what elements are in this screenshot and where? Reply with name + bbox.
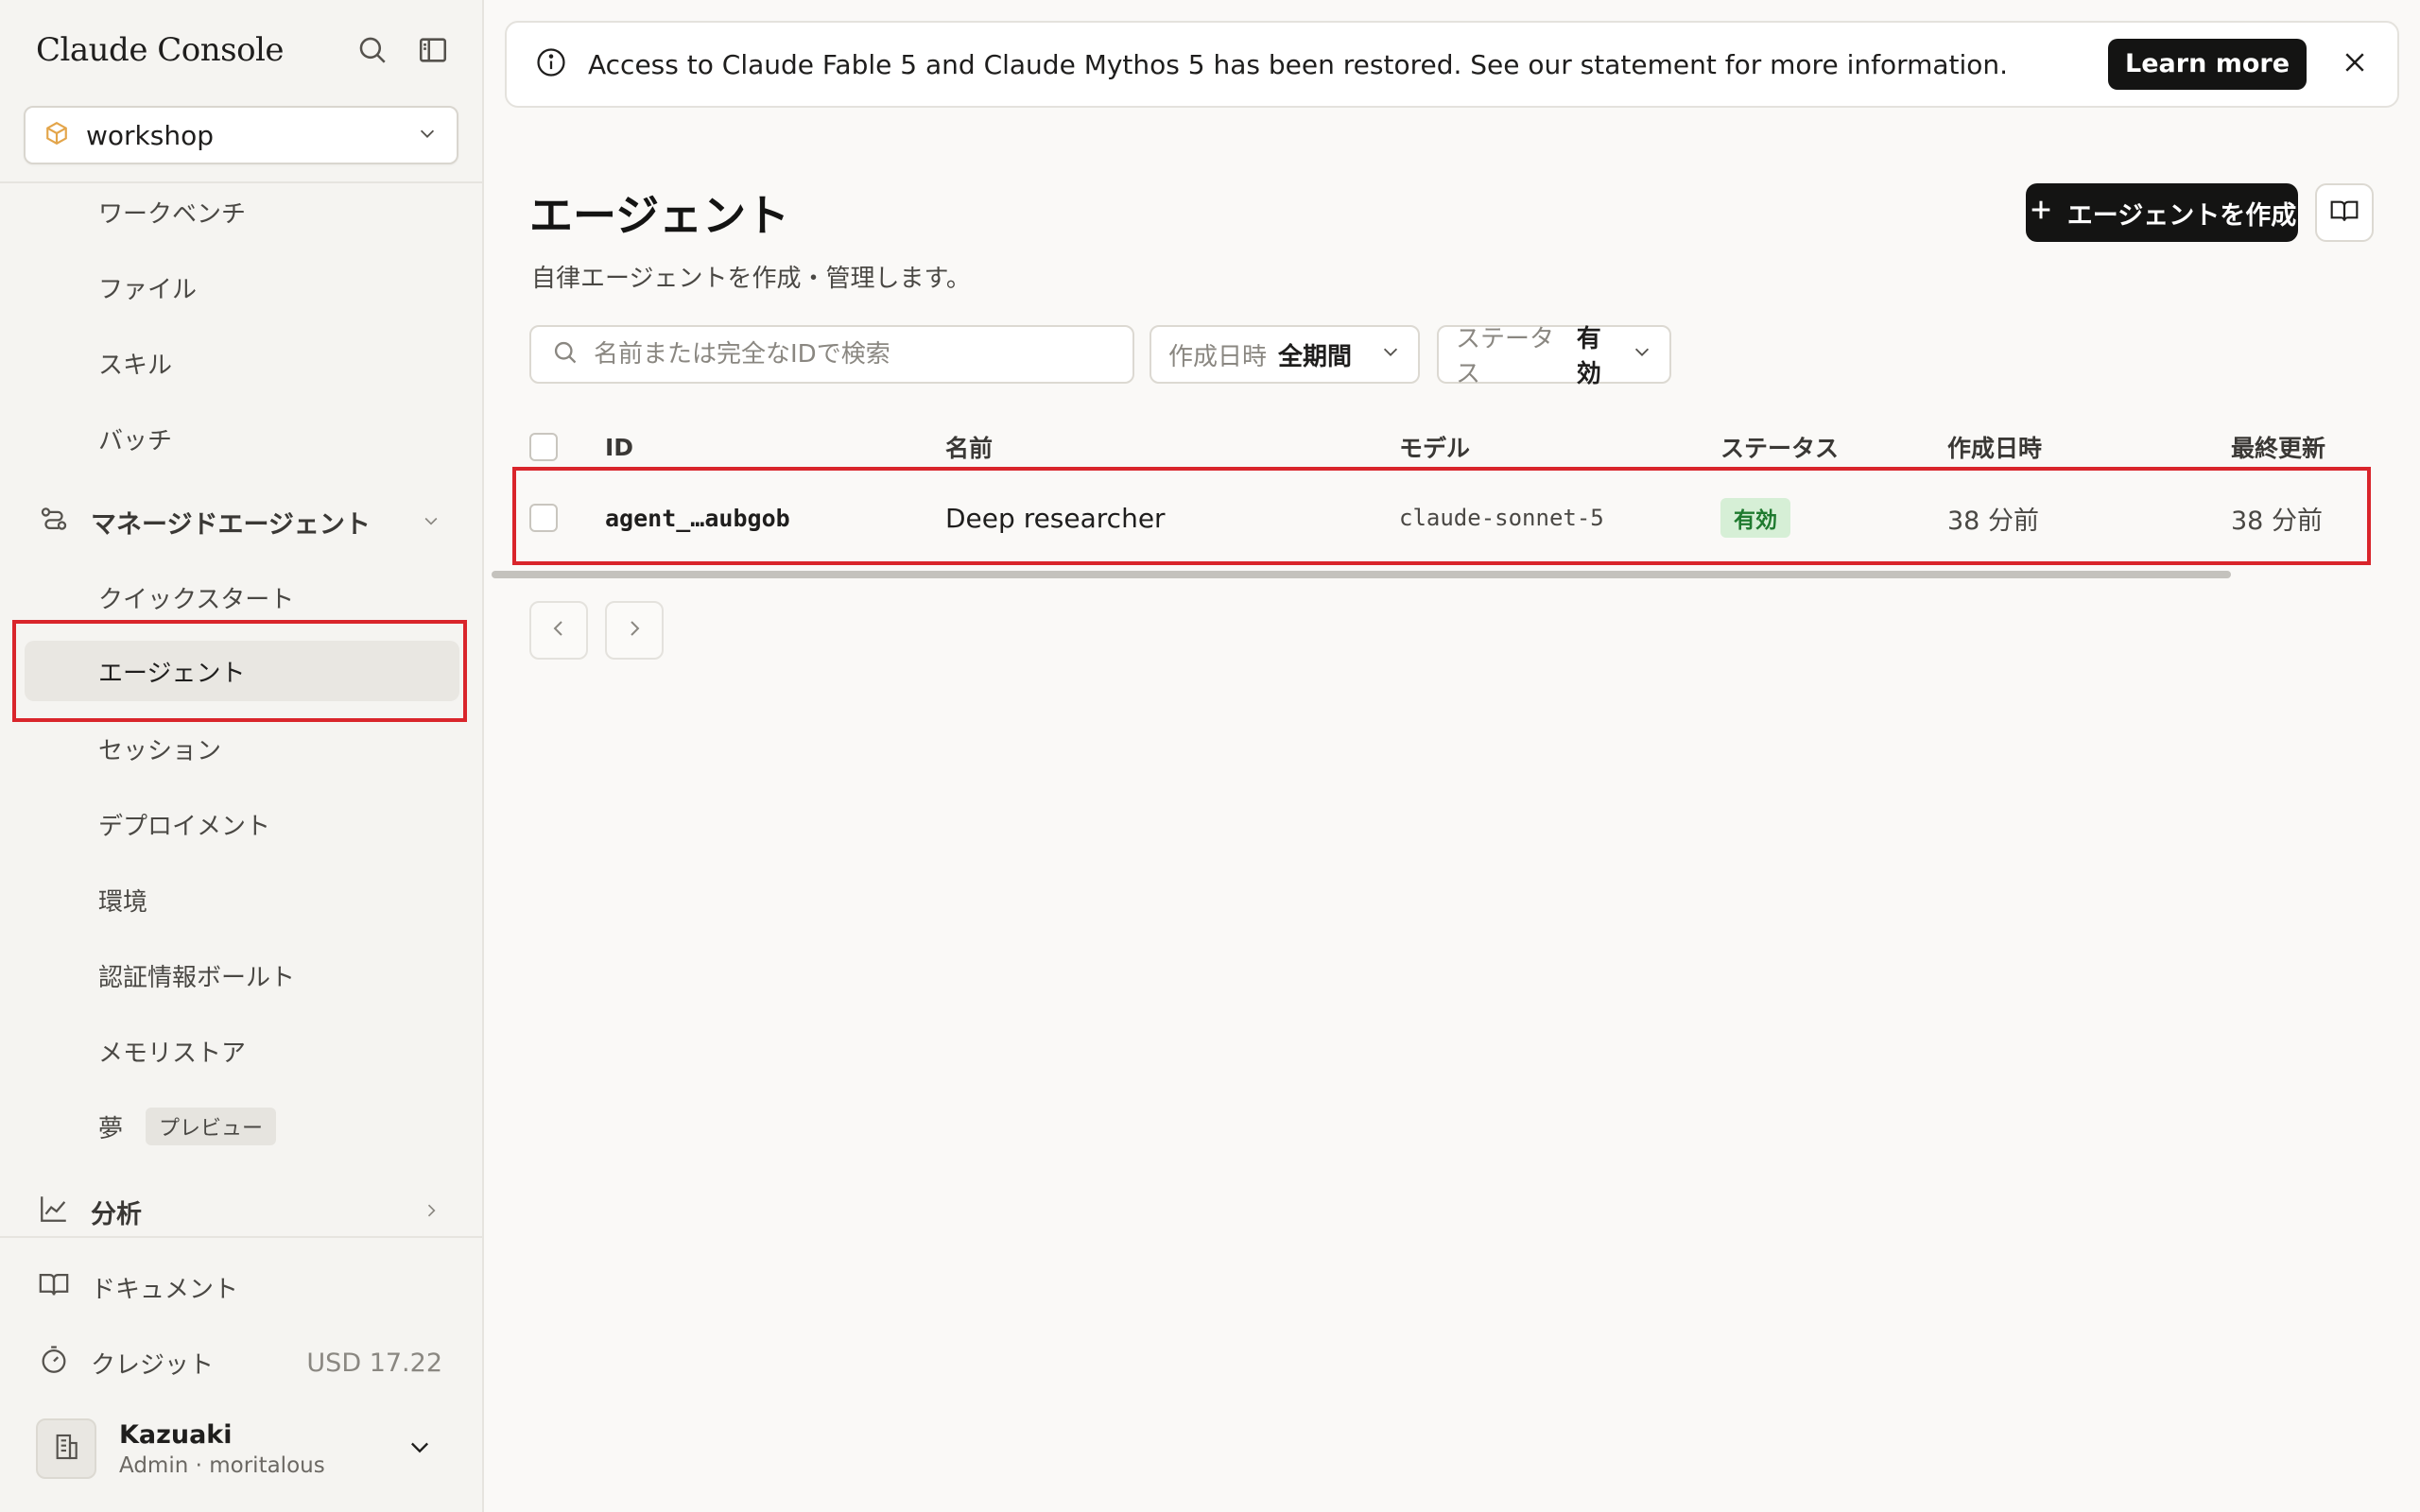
sidebar-item-agents[interactable]: エージェント xyxy=(25,641,459,701)
sidebar-item-workbench[interactable]: ワークベンチ xyxy=(25,181,459,242)
table-row[interactable]: agent_…aubgob Deep researcher claude-son… xyxy=(514,482,2367,554)
prev-page-button[interactable] xyxy=(529,601,588,660)
sidebar: Claude Console workshop ワークベンチ ファイル スキル … xyxy=(0,0,484,1512)
learn-more-button[interactable]: Learn more xyxy=(2108,39,2307,90)
sidebar-divider xyxy=(0,1236,484,1238)
cube-icon xyxy=(44,121,69,149)
next-page-button[interactable] xyxy=(605,601,664,660)
created-date-filter[interactable]: 作成日時 全期間 xyxy=(1150,325,1420,384)
timer-icon xyxy=(38,1344,70,1383)
sidebar-item-quickstart[interactable]: クイックスタート xyxy=(25,567,459,627)
filter-value: 有効 xyxy=(1576,325,1601,388)
building-icon xyxy=(51,1432,81,1466)
sidebar-item-credential-vaults[interactable]: 認証情報ボールト xyxy=(25,945,459,1005)
column-header-name[interactable]: 名前 xyxy=(945,425,993,469)
avatar xyxy=(36,1418,96,1479)
chevron-down-icon xyxy=(417,123,438,147)
horizontal-scrollbar[interactable] xyxy=(492,571,2231,578)
column-header-model[interactable]: モデル xyxy=(1399,425,1470,469)
chevron-down-icon xyxy=(1380,340,1401,369)
select-all-checkbox[interactable] xyxy=(529,433,558,461)
chevron-down-icon xyxy=(1632,340,1652,369)
banner-text: Access to Claude Fable 5 and Claude Myth… xyxy=(588,48,2009,80)
user-role: Admin · moritalous xyxy=(119,1452,325,1478)
workspace-select[interactable]: workshop xyxy=(24,106,458,164)
plus-icon xyxy=(2028,197,2054,230)
user-name: Kazuaki xyxy=(119,1419,233,1450)
chevron-down-icon xyxy=(422,507,441,537)
sidebar-item-label: 夢 xyxy=(98,1114,124,1143)
info-icon xyxy=(535,46,567,82)
status-filter[interactable]: ステータス 有効 xyxy=(1437,325,1671,388)
managed-agents-icon xyxy=(38,503,70,541)
sidebar-item-environments[interactable]: 環境 xyxy=(25,869,459,930)
chevron-down-icon xyxy=(406,1434,433,1464)
sidebar-item-files[interactable]: ファイル xyxy=(25,257,459,318)
sidebar-item-dreams[interactable]: 夢 プレビュー xyxy=(25,1096,459,1157)
sidebar-item-docs[interactable]: ドキュメント xyxy=(25,1257,459,1317)
book-icon xyxy=(2329,196,2360,230)
page-subtitle: 自律エージェントを作成・管理します。 xyxy=(531,265,971,293)
search-icon xyxy=(552,339,579,369)
filter-label: 作成日時 xyxy=(1168,342,1268,371)
sidebar-item-skills[interactable]: スキル xyxy=(25,333,459,393)
page-title: エージェント xyxy=(529,190,790,241)
column-header-status[interactable]: ステータス xyxy=(1720,425,1839,469)
book-icon xyxy=(38,1268,70,1307)
table-header: ID 名前 モデル ステータス 作成日時 最終更新 xyxy=(514,425,2367,469)
sidebar-item-sessions[interactable]: セッション xyxy=(25,718,459,779)
filter-label: ステータス xyxy=(1456,325,1555,388)
docs-button[interactable] xyxy=(2315,183,2374,242)
sidebar-toggle-icon[interactable] xyxy=(414,31,452,69)
credit-balance: USD 17.22 xyxy=(306,1348,442,1378)
chart-icon xyxy=(38,1193,70,1231)
create-agent-button[interactable]: エージェントを作成 xyxy=(2026,183,2298,242)
search-box xyxy=(529,325,1134,384)
sidebar-section-label: 分析 xyxy=(91,1199,142,1229)
agent-model: claude-sonnet-5 xyxy=(1399,505,1604,531)
sidebar-item-deployments[interactable]: デプロイメント xyxy=(25,794,459,854)
agent-name[interactable]: Deep researcher xyxy=(945,482,1166,554)
sidebar-item-batches[interactable]: バッチ xyxy=(25,408,459,469)
column-header-created[interactable]: 作成日時 xyxy=(1947,425,2042,469)
user-menu[interactable]: Kazuaki Admin · moritalous xyxy=(36,1416,433,1482)
search-input[interactable] xyxy=(594,340,1112,369)
sidebar-item-memory-stores[interactable]: メモリストア xyxy=(25,1021,459,1081)
agent-id[interactable]: agent_…aubgob xyxy=(605,482,790,554)
created-at: 38 分前 xyxy=(1947,506,2039,536)
chevron-right-icon xyxy=(623,617,646,644)
create-agent-label: エージェントを作成 xyxy=(2066,200,2297,231)
filter-value: 全期間 xyxy=(1278,342,1353,371)
app-title: Claude Console xyxy=(36,31,285,69)
sidebar-item-credits[interactable]: クレジット USD 17.22 xyxy=(25,1332,459,1393)
sidebar-item-label: クレジット xyxy=(91,1350,215,1380)
row-checkbox[interactable] xyxy=(529,504,558,532)
announcement-banner: Access to Claude Fable 5 and Claude Myth… xyxy=(505,21,2399,108)
updated-at: 38 分前 xyxy=(2231,506,2323,536)
chevron-left-icon xyxy=(547,617,570,644)
sidebar-section-label: マネージドエージェント xyxy=(91,509,371,540)
sidebar-section-managed-agents[interactable]: マネージドエージェント xyxy=(25,491,459,552)
status-badge: 有効 xyxy=(1720,498,1790,538)
column-header-id[interactable]: ID xyxy=(605,425,633,469)
preview-badge: プレビュー xyxy=(146,1108,277,1145)
sidebar-item-label: ドキュメント xyxy=(91,1275,239,1304)
sidebar-header: Claude Console xyxy=(36,28,452,72)
column-header-updated[interactable]: 最終更新 xyxy=(2231,425,2325,469)
sidebar-section-analytics[interactable]: 分析 xyxy=(25,1181,459,1242)
chevron-right-icon xyxy=(422,1197,441,1227)
workspace-name: workshop xyxy=(86,119,214,151)
close-icon[interactable] xyxy=(2341,48,2369,80)
search-icon[interactable] xyxy=(354,31,391,69)
